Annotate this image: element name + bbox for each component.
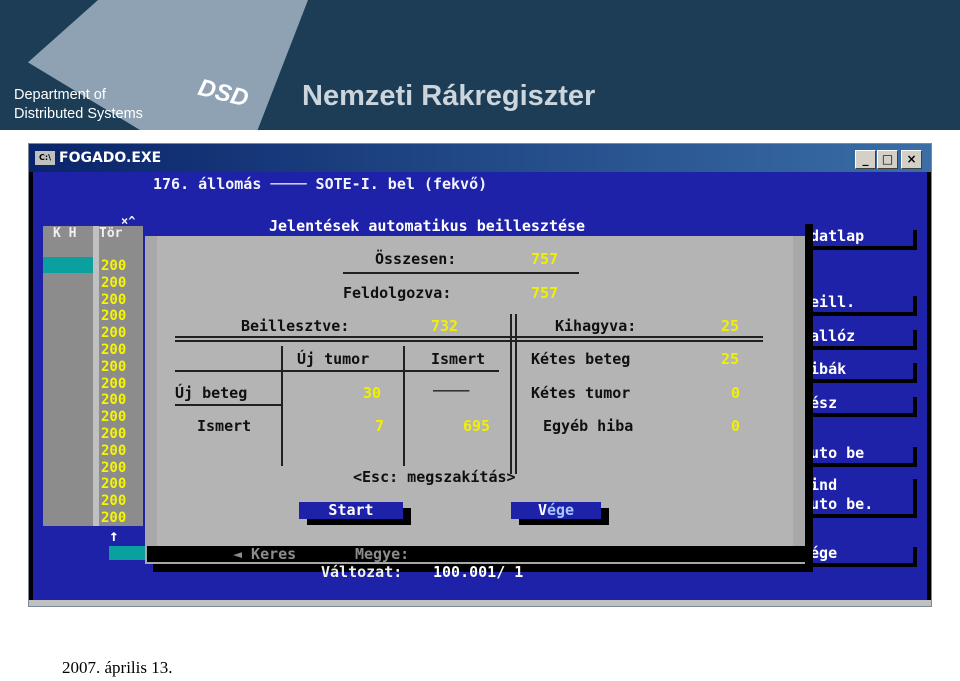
tor-column-header: Tör (99, 226, 123, 241)
list-item[interactable]: 200 (101, 376, 141, 393)
menu-item-mind-auto-be[interactable]: auto be. (801, 494, 913, 514)
record-list[interactable]: K H Tör 200 200 200 200 200 200 200 200 … (43, 226, 143, 526)
ismert-row-label: Ismert (197, 417, 252, 435)
sort-marker-icon: ×^ (121, 214, 136, 228)
dialog-titlebar: Jelentések automatikus beillesztése (145, 216, 805, 236)
list-item[interactable]: 200 (101, 275, 141, 292)
esc-hint: <Esc: megszakítás> (353, 468, 516, 486)
uj-beteg-row-label: Új beteg (175, 384, 248, 402)
fogado-window: C:\ FOGADO.EXE _ □ × 176. állomás ──── S… (28, 143, 932, 607)
menu-item-beill[interactable]: Beill. (801, 292, 913, 312)
list-item[interactable]: 200 (101, 258, 141, 275)
column-divider (403, 346, 405, 466)
osszesen-value: 757 (531, 250, 559, 268)
megye-label: Megye: (355, 545, 410, 563)
bottom-highlight (109, 546, 149, 560)
menu-item-auto-be[interactable]: Auto be (801, 443, 913, 463)
divider (175, 336, 763, 338)
vege-button-label: ége (546, 501, 575, 519)
code-column: 200 200 200 200 200 200 200 200 200 200 … (101, 258, 141, 527)
kihagyva-label: Kihagyva: (555, 317, 637, 335)
list-item[interactable]: 200 (101, 392, 141, 409)
department-label: Department of Distributed Systems (14, 86, 143, 124)
list-item[interactable]: 200 (101, 476, 141, 493)
slide-title: Nemzeti Rákregiszter (302, 80, 596, 112)
feldolgozva-label: Feldolgozva: (343, 284, 452, 302)
list-item[interactable]: 200 (101, 460, 141, 477)
valtozat-label: Változat: (321, 563, 403, 581)
column-divider (510, 314, 512, 474)
column-divider (281, 346, 283, 466)
up-arrow-icon[interactable]: ↑ (109, 526, 119, 545)
ismert-ismert-value: 695 (463, 417, 491, 435)
list-item[interactable]: 200 (101, 359, 141, 376)
uj-tumor-header: Új tumor (297, 350, 370, 368)
console-icon[interactable]: C:\ (35, 151, 55, 165)
ketes-tumor-value: 0 (731, 384, 741, 402)
menu-item-adatlap[interactable]: Adatlap (801, 226, 913, 246)
slide-date: 2007. április 13. (62, 658, 173, 677)
menu-item-talloz[interactable]: Tallóz (801, 326, 913, 346)
menu-item-kesz[interactable]: Kész (801, 393, 913, 413)
minimize-button[interactable]: _ (855, 150, 876, 169)
ketes-tumor-label: Kétes tumor (531, 384, 631, 402)
dialog-body: Összesen: 757 Feldolgozva: 757 Beilleszt… (157, 236, 793, 562)
list-item[interactable]: 200 (101, 443, 141, 460)
kh-column-header: K H (53, 226, 77, 241)
ketes-beteg-value: 25 (721, 350, 740, 368)
uj-beteg-ismert-value: ──── (433, 382, 470, 400)
station-status-line: 176. állomás ──── SOTE-I. bel (fekvő) (153, 175, 488, 193)
beillesztve-value: 732 (431, 317, 459, 335)
close-button[interactable]: × (901, 150, 922, 169)
list-item[interactable]: 200 (101, 493, 141, 510)
divider (175, 340, 763, 342)
column-divider (515, 314, 517, 474)
valtozat-value: 100.001/ 1 (433, 563, 524, 581)
column-separator (93, 226, 99, 526)
uj-beteg-uj-tumor-value: 30 (363, 384, 382, 402)
list-item[interactable]: 200 (101, 342, 141, 359)
list-item[interactable]: 200 (101, 426, 141, 443)
keres-command[interactable]: ◄ Keres (233, 545, 296, 563)
ismert-header: Ismert (431, 350, 486, 368)
selected-row-highlight[interactable] (43, 257, 93, 273)
kihagyva-value: 25 (721, 317, 740, 335)
slide-header: Department of Distributed Systems DSD Ne… (0, 0, 960, 130)
department-line-1: Department of (14, 87, 106, 103)
osszesen-label: Összesen: (375, 250, 457, 268)
list-item[interactable]: 200 (101, 325, 141, 342)
maximize-button[interactable]: □ (877, 150, 898, 169)
ketes-beteg-label: Kétes beteg (531, 350, 631, 368)
list-item[interactable]: 200 (101, 308, 141, 325)
list-item[interactable]: 200 (101, 409, 141, 426)
list-item[interactable]: 200 (101, 292, 141, 309)
dialog-title: Jelentések automatikus beillesztése (269, 217, 586, 235)
divider (175, 370, 499, 372)
ismert-uj-tumor-value: 7 (375, 417, 385, 435)
divider (175, 404, 283, 406)
console-screen: 176. állomás ──── SOTE-I. bel (fekvő) K … (33, 172, 927, 600)
menu-item-hibak[interactable]: Hibák (801, 359, 913, 379)
list-item[interactable]: 200 (101, 510, 141, 527)
beillesztve-label: Beillesztve: (241, 317, 350, 335)
vege-button-hotkey: V (537, 501, 547, 519)
menu-item-mind[interactable]: Mind (801, 475, 913, 495)
department-line-2: Distributed Systems (14, 106, 143, 122)
divider (343, 272, 579, 274)
start-button[interactable]: Start (299, 502, 403, 519)
egyeb-hiba-value: 0 (731, 417, 741, 435)
egyeb-hiba-label: Egyéb hiba (543, 417, 634, 435)
horizontal-scrollbar[interactable] (29, 600, 931, 606)
vege-button[interactable]: Vége (511, 502, 601, 519)
window-titlebar[interactable]: C:\ FOGADO.EXE _ □ × (29, 144, 931, 172)
window-title: FOGADO.EXE (59, 150, 162, 166)
feldolgozva-value: 757 (531, 284, 559, 302)
auto-insert-dialog: Jelentések automatikus beillesztése Össz… (145, 216, 805, 564)
menu-item-vege[interactable]: Vége (801, 543, 913, 563)
